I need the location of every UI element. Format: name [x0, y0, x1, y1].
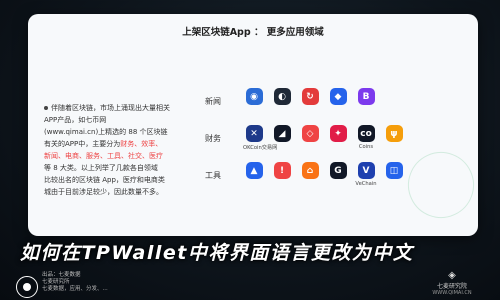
- app-tile[interactable]: ◆: [327, 88, 349, 105]
- category-label: 工具: [205, 171, 221, 180]
- infographic-card: 上架区块链App ： 更多应用领域 伴随着区块链，市场上涌现出大量相关 APP产…: [28, 14, 478, 236]
- app-tile[interactable]: ◉: [243, 88, 265, 105]
- app-tile[interactable]: ✦: [327, 125, 349, 142]
- text-line: 比较出名的区块链 App，医疗和电商类: [44, 176, 165, 184]
- app-tile[interactable]: ⌂: [299, 162, 321, 179]
- text-line: 伴随着区块链，市场上涌现出大量相关: [51, 104, 170, 112]
- page: 上架区块链App ： 更多应用领域 伴随着区块链，市场上涌现出大量相关 APP产…: [0, 0, 500, 300]
- tool-icon-1: ▲: [245, 162, 263, 179]
- news-icon-3: ↻: [301, 88, 319, 105]
- app-tile[interactable]: V VeChain: [355, 162, 377, 187]
- text-line: 城由于目前涉足较少，因此数量不多。: [44, 188, 163, 196]
- text-line: 新闻、电商、服务、工具、社交、医疗: [44, 152, 163, 160]
- app-tile[interactable]: ◫: [383, 162, 405, 179]
- news-icon-1: ◉: [245, 88, 263, 105]
- watermark-name: 七麦研究院: [436, 283, 467, 290]
- finance-icon-3: ◇: [301, 125, 319, 142]
- news-icon-4: ◆: [329, 88, 347, 105]
- tool-icon-3: ⌂: [301, 162, 319, 179]
- news-icon-5: B: [357, 88, 375, 105]
- app-label: VeChain: [355, 181, 377, 187]
- footer-line: 七麦数据，应用、分发、...: [42, 286, 108, 292]
- finance-icon-2: ◢: [273, 125, 291, 142]
- finance-icon-6: ψ: [385, 125, 403, 142]
- app-tile[interactable]: !: [271, 162, 293, 179]
- app-tile[interactable]: co Coins: [355, 125, 377, 150]
- okcoin-icon: ✕: [245, 125, 263, 142]
- highlight-text: 财务、效率、: [120, 140, 163, 148]
- watermark: ◈ 七麦研究院 WWW.QIMAI.CN: [412, 270, 492, 296]
- category-label: 财务: [205, 134, 221, 143]
- category-label: 新闻: [205, 97, 221, 106]
- watermark-url: WWW.QIMAI.CN: [432, 290, 472, 296]
- app-tile[interactable]: G: [327, 162, 349, 179]
- tool-icon-6: ◫: [385, 162, 403, 179]
- app-label: Coins: [358, 144, 374, 150]
- text-line: 有关的APP中，主要分为: [44, 140, 121, 148]
- logo-dot: [23, 283, 31, 291]
- tool-icon-4: G: [329, 162, 347, 179]
- text-line: 等 8 大类。以上列举了几款各自领域: [44, 164, 158, 172]
- news-icon-2: ◐: [273, 88, 291, 105]
- text-line: (www.qimai.cn)上精选的 88 个区块链: [44, 128, 168, 136]
- watermark-icon: ◈: [448, 270, 456, 281]
- app-tile[interactable]: ✕ OKCoin交易网: [243, 125, 278, 151]
- page-title: 如何在TPWallet中将界面语言更改为中文: [20, 242, 414, 264]
- footer-line: 出品：七麦数据: [42, 272, 81, 278]
- app-tile[interactable]: ◇: [299, 125, 321, 142]
- app-tile[interactable]: ▲: [243, 162, 265, 179]
- app-tile[interactable]: ↻: [299, 88, 321, 105]
- qimai-logo-icon: [16, 276, 38, 298]
- vechain-icon: V: [357, 162, 375, 179]
- coins-icon: co: [357, 125, 375, 142]
- bullet-icon: [44, 106, 48, 110]
- description-text: 伴随着区块链，市场上涌现出大量相关 APP产品，如七币网 (www.qimai.…: [44, 102, 214, 198]
- app-label: OKCoin交易网: [243, 145, 278, 151]
- footer-line: 七麦研究所: [42, 279, 70, 285]
- footer-text: 出品：七麦数据 七麦研究所 七麦数据，应用、分发、...: [42, 272, 108, 293]
- watermark-stamp: [397, 141, 478, 229]
- app-tile[interactable]: B: [355, 88, 377, 105]
- app-tile[interactable]: ◐: [271, 88, 293, 105]
- tool-icon-2: !: [273, 162, 291, 179]
- app-tile[interactable]: ψ: [383, 125, 405, 142]
- app-tile[interactable]: ◢: [271, 125, 293, 142]
- card-header: 上架区块链App ： 更多应用领域: [182, 27, 324, 38]
- finance-icon-4: ✦: [329, 125, 347, 142]
- text-line: APP产品，如七币网: [44, 116, 107, 124]
